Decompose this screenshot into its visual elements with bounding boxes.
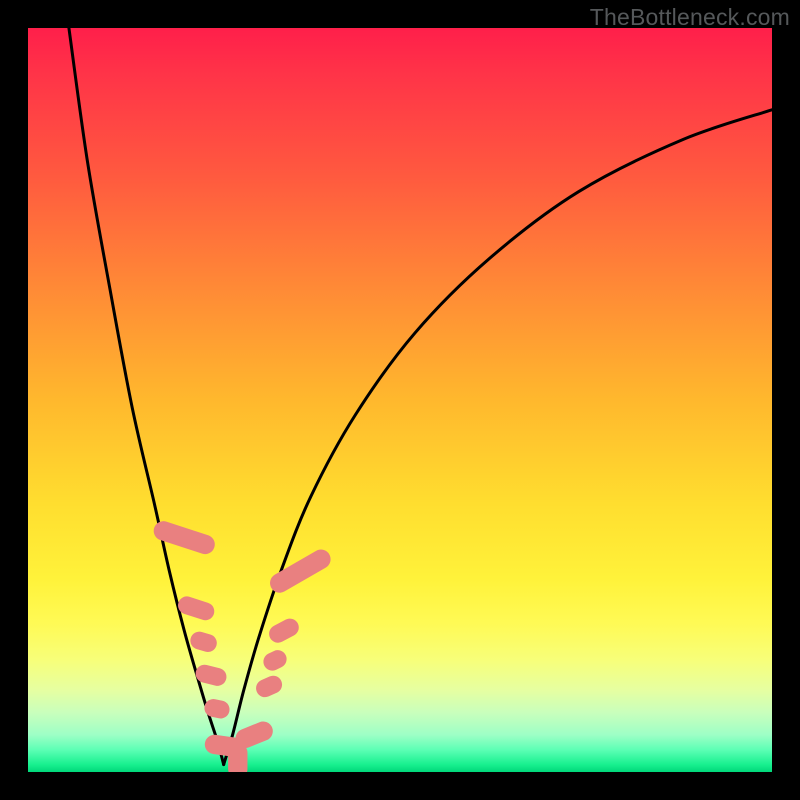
data-marker	[151, 519, 217, 557]
curve-left-branch	[69, 28, 224, 765]
curve-right-branch	[224, 110, 772, 765]
data-marker	[266, 546, 334, 596]
data-marker	[203, 697, 231, 720]
plot-area	[28, 28, 772, 772]
data-marker	[266, 615, 302, 645]
data-marker	[253, 673, 285, 700]
data-marker	[260, 647, 289, 673]
curve-layer	[28, 28, 772, 772]
watermark-text: TheBottleneck.com	[590, 4, 790, 31]
data-marker	[188, 630, 219, 655]
chart-frame: TheBottleneck.com	[0, 0, 800, 800]
